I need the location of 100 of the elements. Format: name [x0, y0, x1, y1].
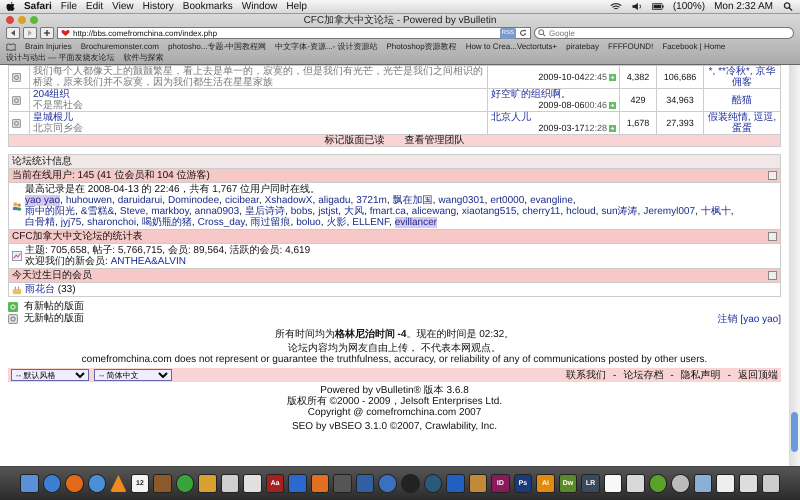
bookmark-link[interactable]: 设计与动出 — 平面发烧友论坛 — [6, 52, 114, 63]
online-user-link[interactable]: 雨中的阳光 — [25, 206, 75, 217]
add-bookmark-button[interactable] — [40, 27, 54, 39]
online-user-link[interactable]: XshadowX — [264, 195, 312, 206]
online-user-link[interactable]: Jeremyl007 — [643, 206, 696, 217]
bookmark-link[interactable]: 软件与探索 — [123, 52, 164, 63]
bookmark-link[interactable]: piratebay — [566, 41, 599, 52]
bookmark-link[interactable]: Photoshop资源教程 — [386, 41, 457, 52]
online-user-link[interactable]: Steve — [120, 206, 146, 217]
dock-app-icon[interactable] — [243, 474, 262, 493]
last-post-link[interactable]: 北京人儿 — [491, 112, 616, 123]
online-user-link[interactable]: 皇后诗诗 — [244, 206, 285, 217]
online-user-link[interactable]: wang0301 — [438, 195, 485, 206]
dock-app-icon[interactable] — [671, 474, 690, 493]
footer-link[interactable]: 查看管理团队 — [404, 135, 464, 146]
menu-clock[interactable]: Mon 2:32 AM — [714, 1, 773, 12]
menu-item[interactable]: Help — [286, 1, 307, 12]
footer-select[interactable]: -- 简体中文 — [94, 369, 172, 381]
back-button[interactable] — [6, 27, 20, 39]
dock-app-icon[interactable] — [626, 474, 645, 493]
forum-title-link[interactable]: 皇城根儿 — [33, 112, 484, 123]
footer-link[interactable]: 标记版面已读 — [324, 135, 384, 146]
online-user-link[interactable]: Cross_day — [198, 217, 245, 228]
dock-app-icon[interactable] — [762, 474, 780, 493]
online-user-link[interactable]: ELLENF — [352, 217, 389, 228]
online-user-link[interactable]: 火影 — [326, 217, 346, 228]
online-user-link[interactable]: evangline — [530, 195, 573, 206]
bookmark-link[interactable]: photosho...专题-中国教程网 — [168, 41, 266, 52]
dock-app-icon[interactable] — [220, 474, 240, 493]
close-button[interactable] — [6, 16, 14, 24]
online-user-link[interactable]: markboy — [151, 206, 189, 217]
footer-link[interactable]: 隐私声明 — [680, 370, 721, 380]
wifi-icon[interactable] — [610, 2, 622, 11]
search-icon[interactable] — [782, 2, 794, 11]
online-user-link[interactable]: xiaotang515 — [462, 206, 516, 217]
online-user-link[interactable]: cicibear — [224, 195, 259, 206]
book-icon[interactable] — [6, 42, 16, 50]
bookmark-link[interactable]: 中文字体-资源...- 设计资源站 — [275, 41, 378, 52]
online-user-link[interactable]: 大风 — [344, 206, 364, 217]
online-user-link[interactable]: 飘在加国 — [392, 195, 433, 206]
bookmark-link[interactable]: Facebook | Home — [662, 41, 726, 52]
online-user-link[interactable]: sun涛涛 — [601, 206, 638, 217]
search-field[interactable]: Google — [534, 27, 794, 39]
member-link[interactable]: 雨花台 — [25, 284, 55, 295]
apple-icon[interactable] — [6, 1, 15, 12]
menu-item[interactable]: History — [142, 1, 174, 12]
bookmark-link[interactable]: How to Crea...Vectortuts+ — [466, 41, 558, 52]
online-user-link[interactable]: huhouwen — [66, 195, 112, 206]
online-user-link[interactable]: aligadu — [318, 195, 350, 206]
volume-icon[interactable] — [630, 2, 643, 11]
online-user-link[interactable]: evillancer — [394, 217, 437, 228]
menu-item[interactable]: Edit — [86, 1, 104, 12]
online-user-link[interactable]: ert0000 — [490, 195, 524, 206]
member-link[interactable]: ANTHEA&ALVIN — [110, 256, 186, 267]
online-user-link[interactable]: alicewang — [412, 206, 456, 217]
dock-app-icon[interactable] — [604, 474, 622, 493]
online-user-link[interactable]: jyj75 — [60, 217, 82, 228]
dock-app-icon[interactable] — [738, 474, 758, 493]
footer-select[interactable]: -- 默认风格 — [11, 369, 89, 381]
forum-title-link[interactable]: 204组织 — [33, 89, 484, 100]
menu-item[interactable]: Window — [242, 1, 278, 12]
online-user-link[interactable]: anna0903 — [194, 206, 240, 217]
online-user-link[interactable]: daruidarui — [118, 195, 162, 206]
footer-link[interactable]: 联系我们 — [566, 370, 606, 380]
collapse-icon[interactable] — [768, 271, 777, 280]
online-user-link[interactable]: bobs — [290, 206, 312, 217]
bookmark-link[interactable]: FFFFOUND! — [608, 41, 654, 52]
online-user-link[interactable]: cherry11 — [522, 206, 560, 217]
online-user-link[interactable]: fmart.ca — [370, 206, 406, 217]
online-user-link[interactable]: 喝奶瓶的猪 — [142, 217, 192, 228]
forward-button[interactable] — [23, 27, 37, 39]
footer-link[interactable]: 论坛存档 — [623, 370, 664, 380]
dock-app-icon[interactable] — [694, 474, 712, 493]
online-user-link[interactable]: jstjst — [318, 206, 338, 217]
logout-link[interactable]: 注销 [yao yao] — [718, 314, 781, 325]
online-user-link[interactable]: &雪糕& — [80, 206, 114, 217]
menu-item[interactable]: Bookmarks — [182, 1, 233, 12]
dock-app-icon[interactable] — [198, 474, 217, 493]
bookmark-link[interactable]: Brain Injuries — [25, 41, 72, 52]
battery-icon[interactable] — [652, 2, 664, 11]
online-user-link[interactable]: yao yao — [25, 195, 60, 206]
last-post-link[interactable]: 好空旷的组织啊。 — [491, 89, 616, 100]
online-user-link[interactable]: sharonchoi — [87, 217, 136, 228]
reload-icon[interactable] — [519, 29, 527, 37]
bookmark-link[interactable]: Brochuremonster.com — [80, 41, 159, 52]
app-menu[interactable]: Safari — [24, 1, 52, 12]
menu-item[interactable]: View — [112, 1, 134, 12]
online-user-link[interactable]: 雨过留痕 — [250, 217, 290, 228]
online-user-link[interactable]: 白骨精 — [25, 217, 55, 228]
online-user-link[interactable]: boluo — [296, 217, 321, 228]
scrollbar[interactable] — [789, 65, 800, 466]
dock-app-icon[interactable] — [716, 474, 735, 493]
collapse-icon[interactable] — [768, 171, 777, 180]
menu-item[interactable]: File — [60, 1, 77, 12]
footer-link[interactable]: 返回顶端 — [738, 370, 778, 380]
online-user-link[interactable]: Dominodee — [168, 195, 220, 206]
collapse-icon[interactable] — [768, 232, 777, 241]
online-user-link[interactable]: hcloud — [566, 206, 596, 217]
online-user-link[interactable]: 3721m — [356, 195, 387, 206]
online-user-link[interactable]: 十枫十 — [700, 206, 731, 217]
